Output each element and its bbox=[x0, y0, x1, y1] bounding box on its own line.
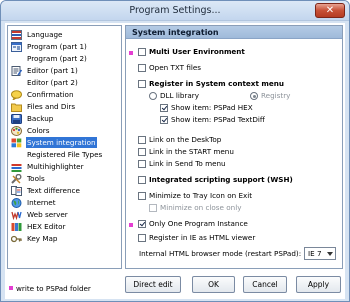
checkbox-box[interactable] bbox=[138, 192, 146, 200]
panel-header: System integration bbox=[126, 26, 342, 39]
backup-icon bbox=[11, 114, 22, 124]
tools-icon bbox=[11, 174, 22, 184]
chevron-down-icon bbox=[327, 252, 333, 256]
checkbox-label: Link in Send To menu bbox=[149, 159, 226, 168]
tree-item-label: Internet bbox=[27, 198, 56, 207]
checkbox-box[interactable] bbox=[149, 204, 157, 212]
tree-item-label: HEX Editor bbox=[27, 222, 66, 231]
confirmation-icon bbox=[11, 90, 22, 100]
apply-button[interactable]: Apply bbox=[296, 276, 341, 293]
checkbox-label: Open TXT files bbox=[149, 63, 202, 72]
radio-label: Registry bbox=[261, 91, 291, 100]
tree-item-label: Registered File Types bbox=[27, 150, 103, 159]
tree-item-label: Tools bbox=[27, 174, 45, 183]
checkbox-label: Register in IE as HTML viewer bbox=[149, 233, 256, 242]
checkbox-box[interactable] bbox=[138, 148, 146, 156]
tree-item-label: Key Map bbox=[27, 234, 58, 243]
tree-item-label: Colors bbox=[27, 126, 50, 135]
browser-mode-label: Internal HTML browser mode (restart PSPa… bbox=[139, 249, 302, 258]
tree-item-label: Editor (part 1) bbox=[27, 66, 78, 75]
checkbox-label: Minimize to Tray Icon on Exit bbox=[149, 191, 253, 200]
checkbox-label: Link in the START menu bbox=[149, 147, 234, 156]
checkbox-box[interactable] bbox=[138, 160, 146, 168]
browser-mode-value: IE 7 bbox=[308, 249, 322, 258]
checkbox-box[interactable] bbox=[160, 116, 168, 124]
system-integration-panel: System integration Multi User Environmen… bbox=[125, 25, 343, 269]
ok-button[interactable]: OK bbox=[192, 276, 235, 293]
checkbox-label: Minimize on close only bbox=[160, 203, 242, 212]
key-map-icon bbox=[11, 235, 22, 243]
checkbox-box[interactable] bbox=[138, 176, 146, 184]
checkbox-box[interactable] bbox=[138, 64, 146, 72]
tree-item-label: Language bbox=[27, 30, 63, 39]
checkbox-label: Show item: PSPad HEX bbox=[171, 103, 253, 112]
checkbox-box[interactable] bbox=[138, 136, 146, 144]
checkbox-label: Integrated scripting support (WSH) bbox=[149, 175, 293, 184]
legend-text: write to PSPad folder bbox=[16, 284, 91, 293]
checkbox-box[interactable] bbox=[138, 80, 146, 88]
radio-label: DLL library bbox=[160, 91, 199, 100]
folder-write-marker bbox=[129, 51, 133, 55]
tree-item-label: Program (part 1) bbox=[27, 42, 87, 51]
browser-mode-select[interactable]: IE 7 bbox=[304, 247, 336, 260]
tree-item-label: System integration bbox=[26, 137, 97, 148]
checkbox-box[interactable] bbox=[138, 234, 146, 242]
tree-item-label: Web server bbox=[27, 210, 68, 219]
dialog-body: Language Program (part 1) Program (part … bbox=[5, 23, 345, 299]
colors-icon bbox=[11, 126, 22, 136]
tree-item-label: Confirmation bbox=[27, 90, 74, 99]
marker-icon bbox=[9, 286, 13, 290]
folder-write-marker bbox=[129, 223, 133, 227]
tree-item-label: Backup bbox=[27, 114, 54, 123]
radio-circle[interactable] bbox=[149, 92, 157, 100]
checkbox-label: Register in System context menu bbox=[149, 79, 284, 88]
folder-write-legend: write to PSPad folder bbox=[9, 284, 91, 293]
title-bar[interactable]: Program Settings... ✕ bbox=[1, 1, 349, 21]
checkbox-box[interactable] bbox=[160, 104, 168, 112]
checkbox-label: Link on the DeskTop bbox=[149, 135, 222, 144]
program-icon bbox=[11, 42, 22, 52]
highlighter-icon bbox=[11, 164, 22, 172]
checkbox-box[interactable] bbox=[138, 220, 146, 228]
windows-icon bbox=[11, 138, 22, 148]
editor-icon bbox=[11, 66, 22, 76]
window-title: Program Settings... bbox=[129, 5, 221, 16]
cancel-button[interactable]: Cancel bbox=[243, 276, 287, 293]
internet-icon bbox=[11, 198, 22, 208]
checkbox-label: Multi User Environment bbox=[149, 47, 245, 56]
checkbox-label: Only One Program Instance bbox=[149, 219, 248, 228]
close-icon: ✕ bbox=[325, 5, 335, 16]
text-difference-icon bbox=[11, 186, 22, 196]
language-icon bbox=[11, 30, 22, 40]
checkbox-label: Show item: PSPad TextDiff bbox=[171, 115, 265, 124]
program-settings-window: Program Settings... ✕ Language Program (… bbox=[0, 0, 350, 302]
web-server-icon bbox=[11, 211, 22, 220]
close-button[interactable]: ✕ bbox=[315, 3, 345, 18]
radio-circle[interactable] bbox=[250, 92, 258, 100]
folder-icon bbox=[11, 103, 22, 112]
hex-editor-icon bbox=[11, 223, 22, 231]
settings-category-tree[interactable]: Language Program (part 1) Program (part … bbox=[7, 25, 122, 269]
tree-item-label: Editor (part 2) bbox=[27, 78, 78, 87]
direct-edit-button[interactable]: Direct edit bbox=[125, 276, 181, 293]
tree-item-label: Multihighlighter bbox=[27, 162, 84, 171]
tree-item-label: Text difference bbox=[27, 186, 80, 195]
tree-item-label: Program (part 2) bbox=[27, 54, 87, 63]
checkbox-box[interactable] bbox=[138, 48, 146, 56]
tree-item-label: Files and Dirs bbox=[27, 102, 76, 111]
